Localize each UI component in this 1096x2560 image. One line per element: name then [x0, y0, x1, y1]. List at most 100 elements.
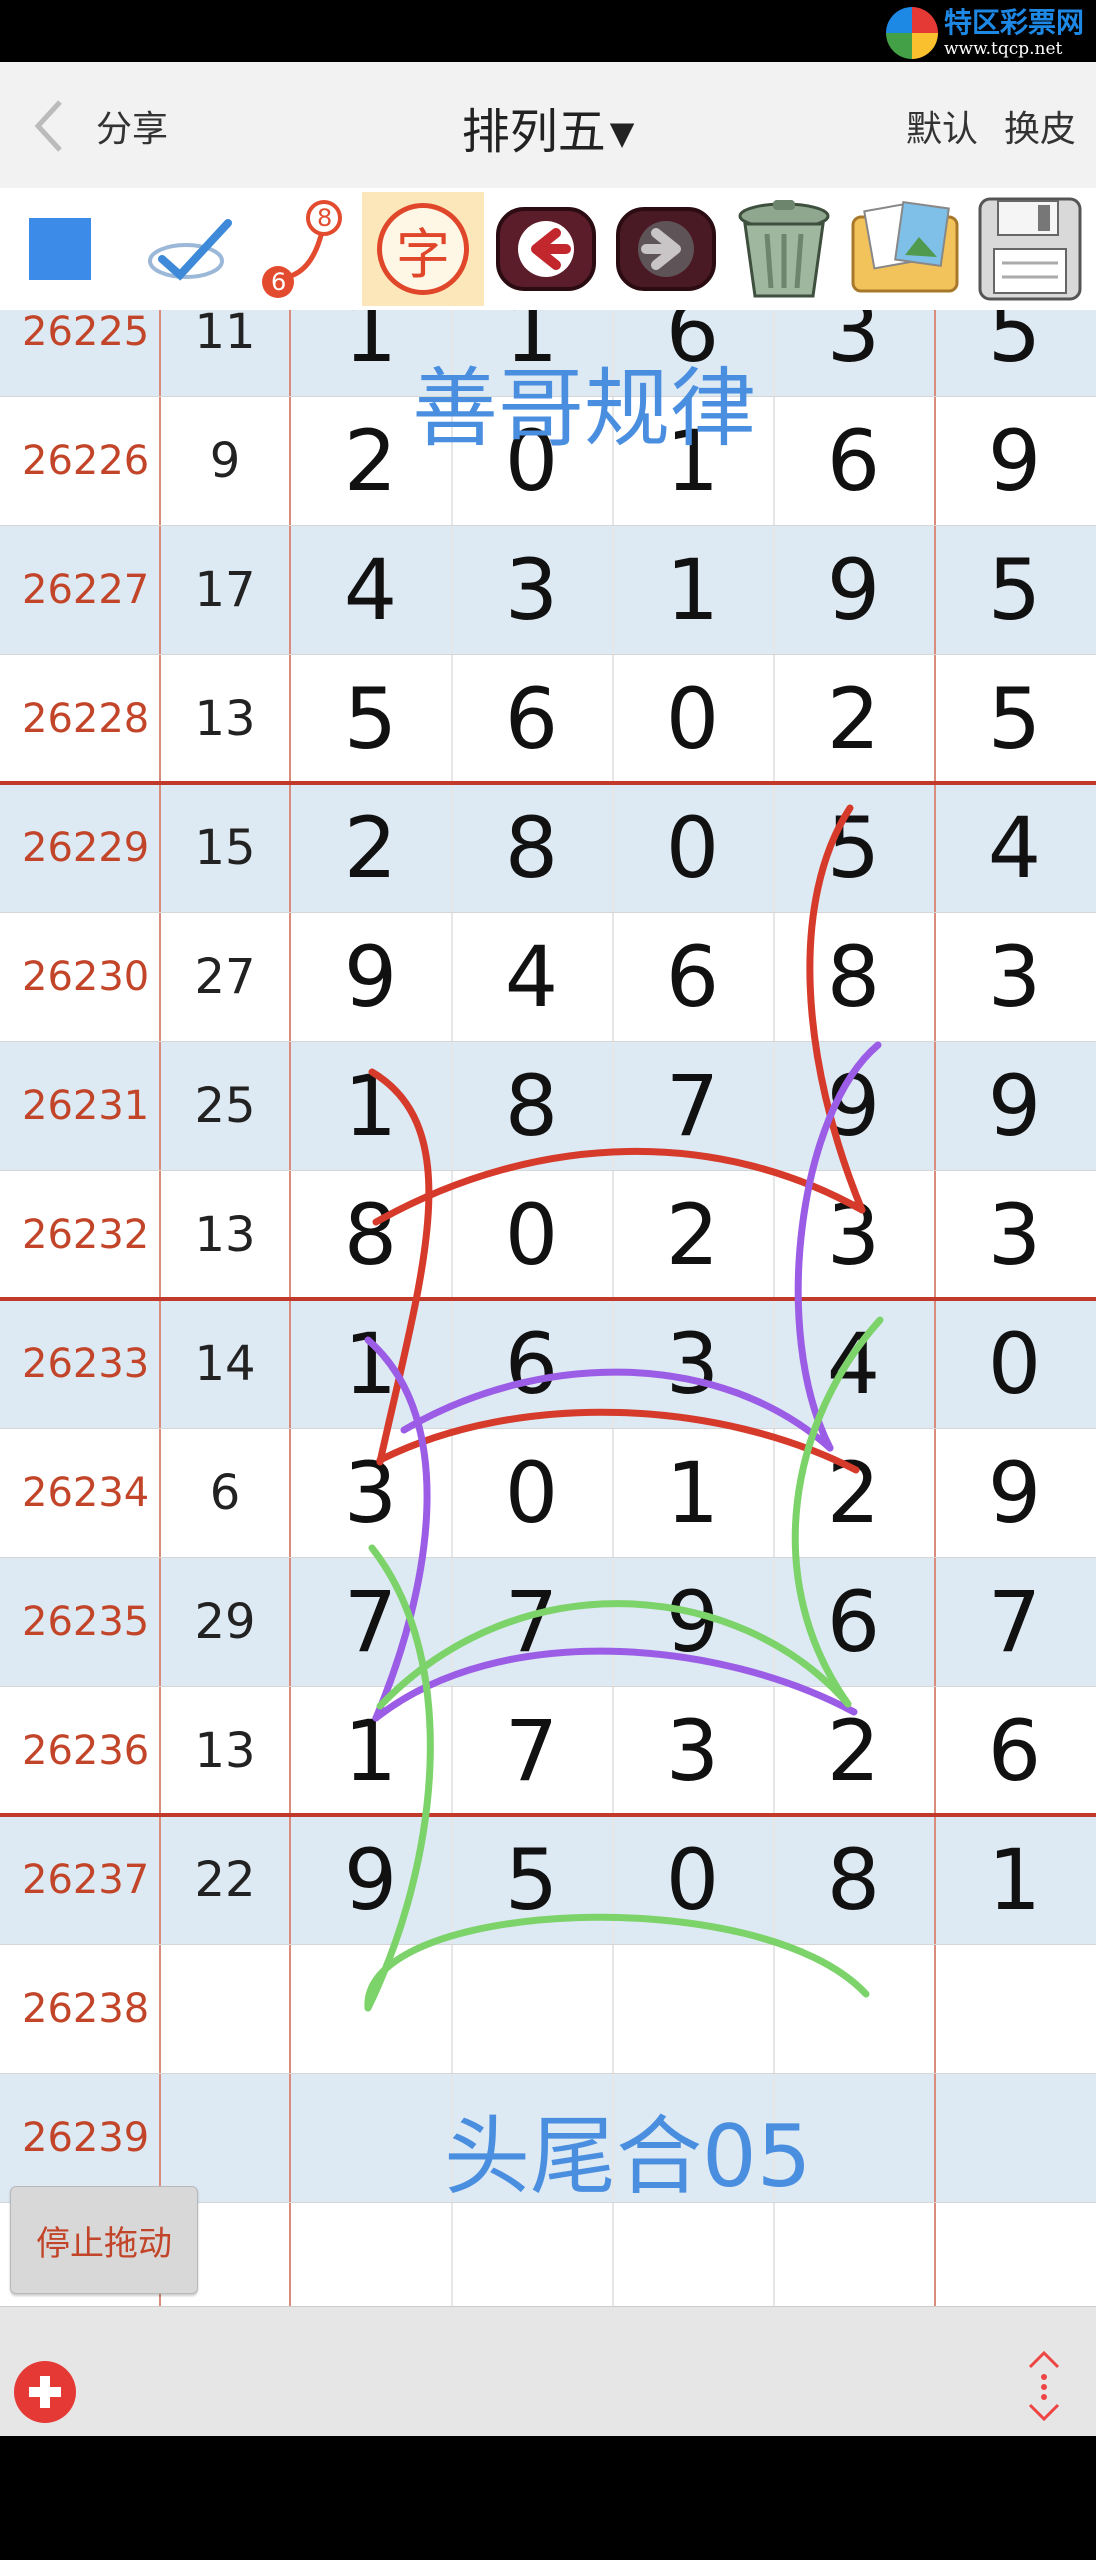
digit-cell[interactable]: 3 [612, 1299, 773, 1428]
stop-drag-button[interactable]: 停止拖动 [10, 2186, 198, 2294]
row-divider [0, 1557, 1096, 1558]
lottery-type-label[interactable]: 排列五 [462, 104, 606, 160]
digit-cell[interactable]: 5 [451, 1815, 612, 1944]
digit-cell[interactable] [290, 2073, 451, 2202]
digit-cell[interactable]: 5 [934, 525, 1095, 654]
digit-cell[interactable]: 0 [451, 1428, 612, 1557]
digit-cell[interactable]: 2 [773, 1686, 934, 1815]
digit-cell[interactable] [934, 2202, 1095, 2310]
digit-cell[interactable]: 9 [934, 1428, 1095, 1557]
draw-grid[interactable]: 26225 11 1 1 6 3 5 26226 9 2 0 1 6 9 26227 17 4 3 1 9 5 26228… [0, 310, 1096, 2310]
digit-cell[interactable]: 8 [773, 912, 934, 1041]
digit-cell[interactable]: 4 [451, 912, 612, 1041]
digit-cell[interactable]: 3 [451, 525, 612, 654]
digit-cell[interactable]: 0 [934, 1299, 1095, 1428]
digit-cell[interactable] [612, 2202, 773, 2310]
digit-cell[interactable] [451, 2202, 612, 2310]
table-row: 26234 6 3 0 1 2 9 [0, 1428, 1096, 1557]
digit-cell[interactable]: 8 [451, 1041, 612, 1170]
sum-value: 22 [194, 1851, 256, 1908]
digit-cell[interactable]: 8 [773, 1815, 934, 1944]
default-button[interactable]: 默认 [906, 100, 978, 152]
digit-cell[interactable]: 0 [451, 1170, 612, 1299]
digit-cell[interactable]: 9 [934, 396, 1095, 525]
digit-cell[interactable]: 6 [451, 1299, 612, 1428]
digit-cell[interactable]: 1 [290, 1299, 451, 1428]
digit-cell[interactable]: 7 [290, 1557, 451, 1686]
digit-cell[interactable]: 0 [612, 1815, 773, 1944]
digit-cell[interactable]: 7 [451, 1557, 612, 1686]
add-button[interactable] [14, 2361, 76, 2423]
clear-button[interactable] [726, 192, 842, 306]
digit-cell[interactable] [773, 2202, 934, 2310]
dropdown-caret-icon[interactable]: ▼ [610, 114, 635, 152]
digit-cell[interactable] [290, 1944, 451, 2073]
digit-cell[interactable]: 9 [773, 525, 934, 654]
digit-cell[interactable]: 2 [612, 1170, 773, 1299]
undo-button[interactable] [492, 192, 600, 306]
digit-cell[interactable]: 6 [934, 1686, 1095, 1815]
digit-cell[interactable]: 1 [612, 525, 773, 654]
digit-cell[interactable]: 9 [934, 1041, 1095, 1170]
digit-cell[interactable]: 3 [773, 310, 934, 396]
digit-cell[interactable]: 6 [612, 912, 773, 1041]
line-tool-button[interactable]: 8 6 [250, 192, 350, 306]
digit-cell[interactable]: 1 [290, 1041, 451, 1170]
digit-cell[interactable]: 3 [934, 1170, 1095, 1299]
watermark-logo-icon [885, 7, 938, 59]
digit-cell[interactable]: 6 [451, 654, 612, 783]
digit-cell[interactable]: 5 [290, 654, 451, 783]
digit-cell[interactable]: 9 [290, 1815, 451, 1944]
digit-cell[interactable]: 7 [451, 1686, 612, 1815]
digit-cell[interactable]: 4 [934, 783, 1095, 912]
color-picker-button[interactable] [18, 192, 102, 306]
digit-cell[interactable]: 1 [290, 1686, 451, 1815]
digit-cell[interactable]: 3 [934, 912, 1095, 1041]
redo-arrow-icon [616, 207, 716, 291]
grid-divider [289, 310, 291, 2310]
digit-cell[interactable]: 2 [773, 654, 934, 783]
floppy-disk-icon [978, 197, 1082, 301]
text-tool-button[interactable]: 字 [362, 192, 484, 306]
digit-cell[interactable] [934, 2073, 1095, 2202]
digit-cell[interactable]: 9 [612, 1557, 773, 1686]
digit-cell[interactable]: 4 [773, 1299, 934, 1428]
digit-cell[interactable]: 3 [612, 1686, 773, 1815]
digit-cell[interactable]: 8 [451, 783, 612, 912]
issue-number: 26227 [22, 566, 150, 613]
digit-cell[interactable]: 7 [612, 1041, 773, 1170]
digit-cell[interactable] [773, 1944, 934, 2073]
digit-cell[interactable]: 5 [934, 654, 1095, 783]
digit-cell[interactable]: 2 [290, 783, 451, 912]
digit-cell[interactable]: 8 [290, 1170, 451, 1299]
expand-collapse-icon[interactable] [1022, 2347, 1066, 2423]
issue-number: 26231 [22, 1082, 150, 1129]
sum-value: 29 [194, 1593, 256, 1650]
digit-cell[interactable]: 1 [612, 1428, 773, 1557]
digit-cell[interactable] [290, 2202, 451, 2310]
redo-button[interactable] [612, 192, 720, 306]
digit-cell[interactable]: 2 [773, 1428, 934, 1557]
digit-cell[interactable] [612, 1944, 773, 2073]
digit-cell[interactable]: 3 [773, 1170, 934, 1299]
eraser-tool-button[interactable] [140, 192, 240, 306]
character-icon-glyph: 字 [396, 222, 450, 286]
digit-cell[interactable]: 9 [773, 1041, 934, 1170]
digit-cell[interactable]: 9 [290, 912, 451, 1041]
change-skin-button[interactable]: 换皮 [1004, 100, 1076, 152]
digit-cell[interactable]: 3 [290, 1428, 451, 1557]
digit-cell[interactable]: 6 [773, 396, 934, 525]
digit-cell[interactable]: 4 [290, 525, 451, 654]
digit-cell[interactable]: 7 [934, 1557, 1095, 1686]
digit-cell[interactable] [451, 1944, 612, 2073]
digit-cell[interactable]: 1 [934, 1815, 1095, 1944]
digit-cell[interactable]: 5 [773, 783, 934, 912]
save-button[interactable] [968, 192, 1092, 306]
digit-cell[interactable]: 6 [773, 1557, 934, 1686]
digit-cell[interactable]: 5 [934, 310, 1095, 396]
digit-cell[interactable]: 0 [612, 783, 773, 912]
digit-cell[interactable] [934, 1944, 1095, 2073]
digit-cell[interactable]: 0 [612, 654, 773, 783]
blue-square-icon [29, 218, 91, 280]
gallery-button[interactable] [846, 192, 964, 306]
